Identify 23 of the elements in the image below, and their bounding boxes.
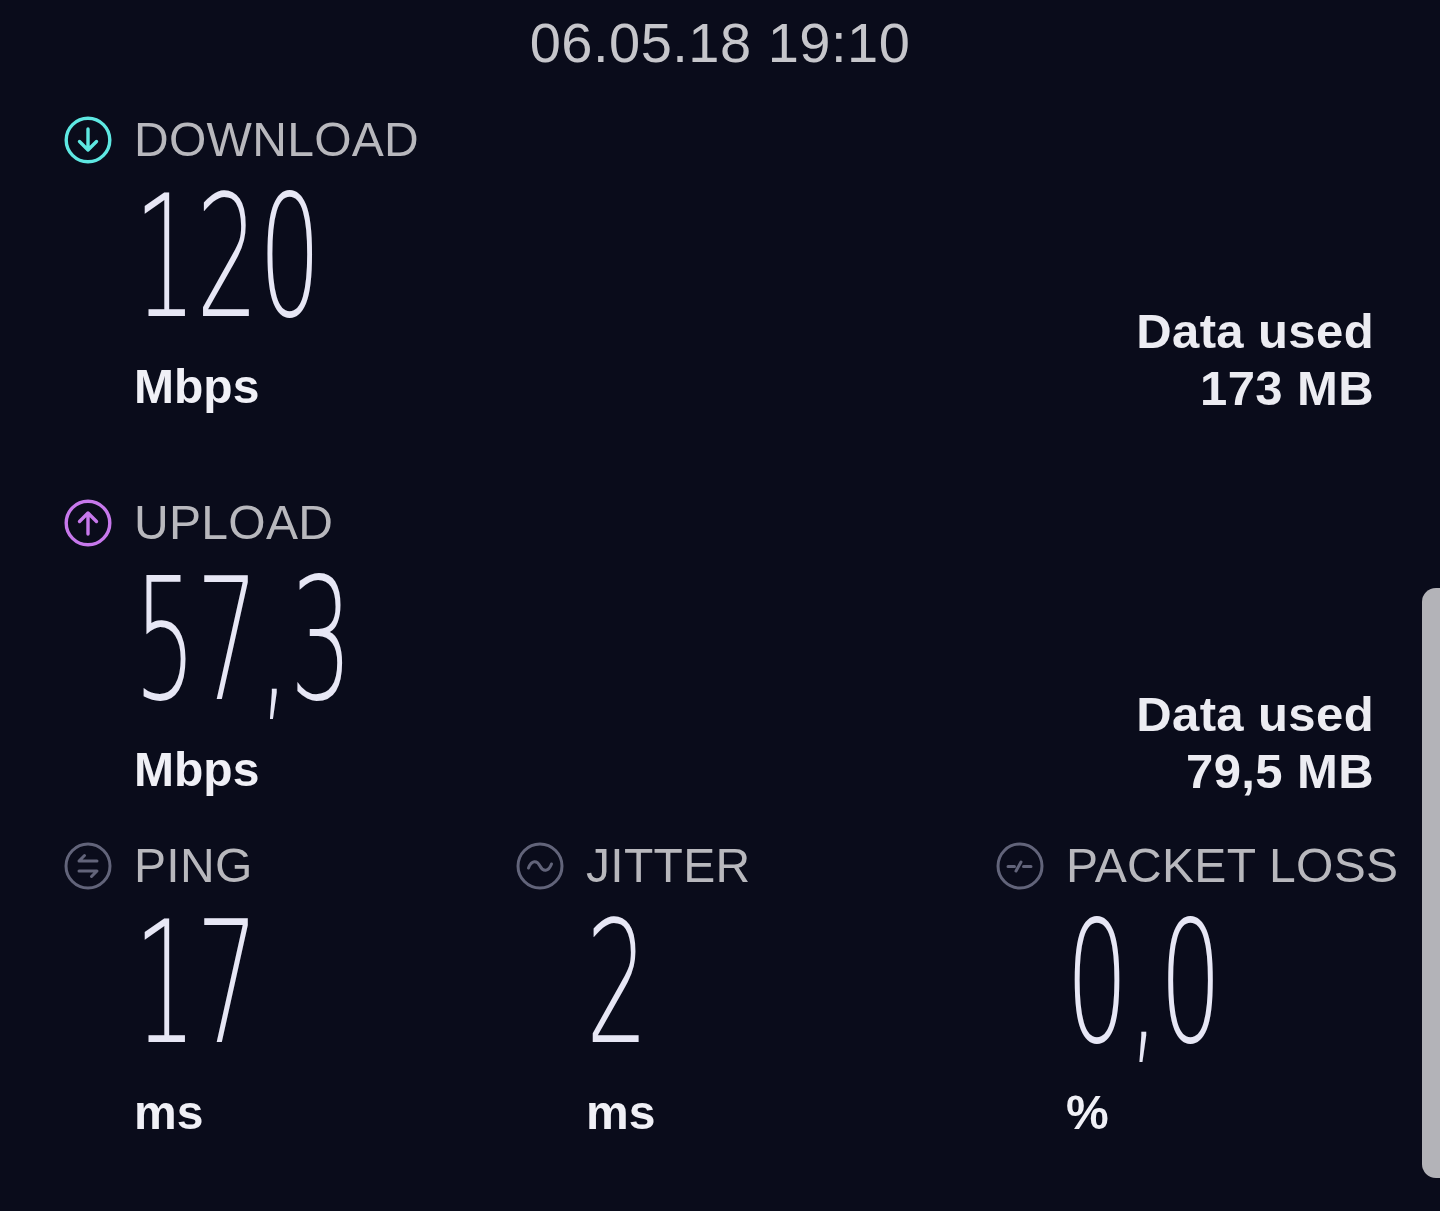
speed-value: 120 [134,172,322,344]
metric-value: 0,0 [1066,898,1222,1070]
unit-label: ms [134,1089,204,1137]
unit-label: Mbps [134,363,260,411]
test-label: UPLOAD [134,498,334,548]
metric-label: PACKET LOSS [1066,841,1399,891]
metric-label: PING [134,841,253,891]
metric-value: 2 [586,898,649,1070]
speed-value: 57,3 [134,555,353,727]
data-used-label: Data used [1136,303,1374,360]
swap-arrows-icon [64,842,112,890]
edge-panel-handle[interactable] [1422,588,1440,1178]
metric-value: 17 [134,898,259,1070]
unit-label: % [1066,1089,1109,1137]
data-used-label: Data used [1136,686,1374,743]
unit-label: ms [586,1089,656,1137]
data-used-value: 79,5 MB [1186,743,1374,800]
test-timestamp: 06.05.18 19:10 [529,15,911,71]
unit-label: Mbps [134,746,260,794]
test-label: DOWNLOAD [134,115,420,165]
wave-icon [516,842,564,890]
data-used-value: 173 MB [1200,360,1374,417]
metric-label: JITTER [586,841,751,891]
